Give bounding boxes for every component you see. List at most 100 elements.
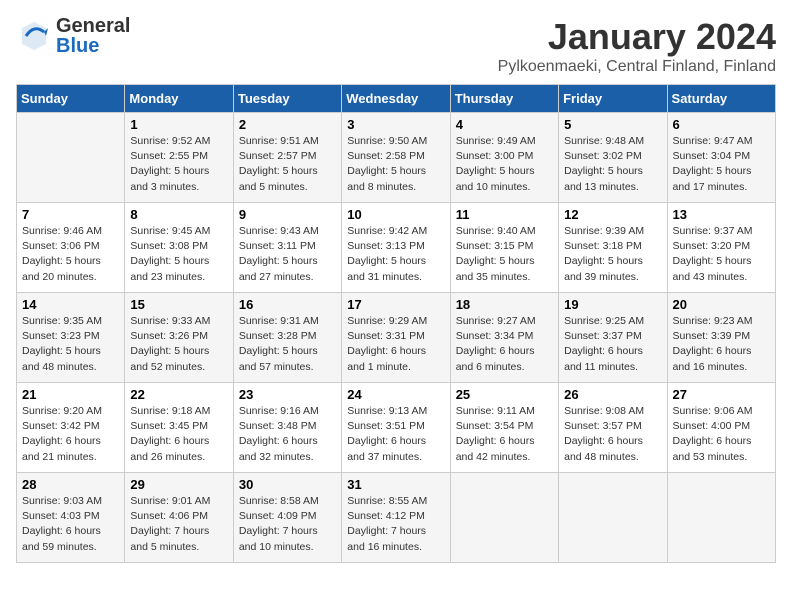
day-number: 26 <box>564 387 661 402</box>
day-number: 15 <box>130 297 227 312</box>
day-header-thursday: Thursday <box>450 85 558 113</box>
day-detail: Sunrise: 8:58 AM Sunset: 4:09 PM Dayligh… <box>239 494 336 555</box>
calendar-cell: 25 Sunrise: 9:11 AM Sunset: 3:54 PM Dayli… <box>450 383 558 473</box>
calendar-cell: 3 Sunrise: 9:50 AM Sunset: 2:58 PM Daylig… <box>342 113 450 203</box>
day-number: 3 <box>347 117 444 132</box>
day-detail: Sunrise: 9:43 AM Sunset: 3:11 PM Dayligh… <box>239 224 336 285</box>
week-row-4: 21 Sunrise: 9:20 AM Sunset: 3:42 PM Dayli… <box>17 383 776 473</box>
day-number: 24 <box>347 387 444 402</box>
day-detail: Sunrise: 9:23 AM Sunset: 3:39 PM Dayligh… <box>673 314 770 375</box>
week-row-1: 1Sunrise: 9:52 AM Sunset: 2:55 PM Daylig… <box>17 113 776 203</box>
calendar-cell <box>17 113 125 203</box>
day-detail: Sunrise: 9:47 AM Sunset: 3:04 PM Dayligh… <box>673 134 770 195</box>
day-detail: Sunrise: 9:27 AM Sunset: 3:34 PM Dayligh… <box>456 314 553 375</box>
day-number: 6 <box>673 117 770 132</box>
day-number: 1 <box>130 117 227 132</box>
logo-general: General <box>56 16 130 36</box>
day-header-monday: Monday <box>125 85 233 113</box>
title-block: January 2024 Pylkoenmaeki, Central Finla… <box>498 16 776 76</box>
day-detail: Sunrise: 9:45 AM Sunset: 3:08 PM Dayligh… <box>130 224 227 285</box>
logo-text: General Blue <box>56 16 130 56</box>
calendar-cell: 5Sunrise: 9:48 AM Sunset: 3:02 PM Daylig… <box>559 113 667 203</box>
day-number: 16 <box>239 297 336 312</box>
calendar-cell: 27 Sunrise: 9:06 AM Sunset: 4:00 PM Dayli… <box>667 383 775 473</box>
calendar-cell: 15Sunrise: 9:33 AM Sunset: 3:26 PM Dayli… <box>125 293 233 383</box>
day-detail: Sunrise: 9:51 AM Sunset: 2:57 PM Dayligh… <box>239 134 336 195</box>
calendar-cell: 28 Sunrise: 9:03 AM Sunset: 4:03 PM Dayli… <box>17 473 125 563</box>
calendar-cell: 9 Sunrise: 9:43 AM Sunset: 3:11 PM Daylig… <box>233 203 341 293</box>
day-detail: Sunrise: 9:37 AM Sunset: 3:20 PM Dayligh… <box>673 224 770 285</box>
calendar-cell: 14Sunrise: 9:35 AM Sunset: 3:23 PM Dayli… <box>17 293 125 383</box>
page-header: General Blue January 2024 Pylkoenmaeki, … <box>16 16 776 76</box>
day-detail: Sunrise: 9:13 AM Sunset: 3:51 PM Dayligh… <box>347 404 444 465</box>
calendar-cell: 29Sunrise: 9:01 AM Sunset: 4:06 PM Dayli… <box>125 473 233 563</box>
day-detail: Sunrise: 9:39 AM Sunset: 3:18 PM Dayligh… <box>564 224 661 285</box>
day-number: 7 <box>22 207 119 222</box>
day-number: 14 <box>22 297 119 312</box>
day-detail: Sunrise: 9:20 AM Sunset: 3:42 PM Dayligh… <box>22 404 119 465</box>
month-title: January 2024 <box>498 16 776 58</box>
day-number: 9 <box>239 207 336 222</box>
day-number: 13 <box>673 207 770 222</box>
day-number: 21 <box>22 387 119 402</box>
day-number: 8 <box>130 207 227 222</box>
location-subtitle: Pylkoenmaeki, Central Finland, Finland <box>498 58 776 76</box>
calendar-cell: 31 Sunrise: 8:55 AM Sunset: 4:12 PM Dayli… <box>342 473 450 563</box>
calendar-cell: 26 Sunrise: 9:08 AM Sunset: 3:57 PM Dayli… <box>559 383 667 473</box>
day-number: 23 <box>239 387 336 402</box>
day-number: 11 <box>456 207 553 222</box>
day-header-sunday: Sunday <box>17 85 125 113</box>
calendar-cell: 11Sunrise: 9:40 AM Sunset: 3:15 PM Dayli… <box>450 203 558 293</box>
day-number: 25 <box>456 387 553 402</box>
calendar-cell <box>559 473 667 563</box>
calendar-cell: 21 Sunrise: 9:20 AM Sunset: 3:42 PM Dayli… <box>17 383 125 473</box>
day-detail: Sunrise: 8:55 AM Sunset: 4:12 PM Dayligh… <box>347 494 444 555</box>
calendar-cell: 4Sunrise: 9:49 AM Sunset: 3:00 PM Daylig… <box>450 113 558 203</box>
day-detail: Sunrise: 9:18 AM Sunset: 3:45 PM Dayligh… <box>130 404 227 465</box>
day-number: 10 <box>347 207 444 222</box>
calendar-cell: 30Sunrise: 8:58 AM Sunset: 4:09 PM Dayli… <box>233 473 341 563</box>
calendar-cell: 10 Sunrise: 9:42 AM Sunset: 3:13 PM Dayli… <box>342 203 450 293</box>
calendar-cell: 12Sunrise: 9:39 AM Sunset: 3:18 PM Dayli… <box>559 203 667 293</box>
day-header-wednesday: Wednesday <box>342 85 450 113</box>
week-row-5: 28 Sunrise: 9:03 AM Sunset: 4:03 PM Dayli… <box>17 473 776 563</box>
calendar-cell: 17 Sunrise: 9:29 AM Sunset: 3:31 PM Dayli… <box>342 293 450 383</box>
calendar-cell: 8 Sunrise: 9:45 AM Sunset: 3:08 PM Daylig… <box>125 203 233 293</box>
calendar-header: SundayMondayTuesdayWednesdayThursdayFrid… <box>17 85 776 113</box>
day-detail: Sunrise: 9:11 AM Sunset: 3:54 PM Dayligh… <box>456 404 553 465</box>
calendar-cell: 2Sunrise: 9:51 AM Sunset: 2:57 PM Daylig… <box>233 113 341 203</box>
calendar-cell: 6 Sunrise: 9:47 AM Sunset: 3:04 PM Daylig… <box>667 113 775 203</box>
week-row-2: 7 Sunrise: 9:46 AM Sunset: 3:06 PM Daylig… <box>17 203 776 293</box>
day-number: 27 <box>673 387 770 402</box>
day-header-saturday: Saturday <box>667 85 775 113</box>
calendar-cell: 20 Sunrise: 9:23 AM Sunset: 3:39 PM Dayli… <box>667 293 775 383</box>
day-number: 31 <box>347 477 444 492</box>
day-number: 20 <box>673 297 770 312</box>
header-row: SundayMondayTuesdayWednesdayThursdayFrid… <box>17 85 776 113</box>
calendar-cell: 22Sunrise: 9:18 AM Sunset: 3:45 PM Dayli… <box>125 383 233 473</box>
day-detail: Sunrise: 9:16 AM Sunset: 3:48 PM Dayligh… <box>239 404 336 465</box>
day-number: 28 <box>22 477 119 492</box>
day-number: 17 <box>347 297 444 312</box>
calendar-body: 1Sunrise: 9:52 AM Sunset: 2:55 PM Daylig… <box>17 113 776 563</box>
logo: General Blue <box>16 16 130 56</box>
day-detail: Sunrise: 9:50 AM Sunset: 2:58 PM Dayligh… <box>347 134 444 195</box>
calendar-table: SundayMondayTuesdayWednesdayThursdayFrid… <box>16 84 776 563</box>
calendar-cell: 19Sunrise: 9:25 AM Sunset: 3:37 PM Dayli… <box>559 293 667 383</box>
day-number: 18 <box>456 297 553 312</box>
day-detail: Sunrise: 9:03 AM Sunset: 4:03 PM Dayligh… <box>22 494 119 555</box>
day-detail: Sunrise: 9:01 AM Sunset: 4:06 PM Dayligh… <box>130 494 227 555</box>
day-header-friday: Friday <box>559 85 667 113</box>
day-detail: Sunrise: 9:42 AM Sunset: 3:13 PM Dayligh… <box>347 224 444 285</box>
calendar-cell: 16 Sunrise: 9:31 AM Sunset: 3:28 PM Dayli… <box>233 293 341 383</box>
day-detail: Sunrise: 9:06 AM Sunset: 4:00 PM Dayligh… <box>673 404 770 465</box>
day-header-tuesday: Tuesday <box>233 85 341 113</box>
logo-blue: Blue <box>56 36 130 56</box>
day-detail: Sunrise: 9:08 AM Sunset: 3:57 PM Dayligh… <box>564 404 661 465</box>
day-detail: Sunrise: 9:46 AM Sunset: 3:06 PM Dayligh… <box>22 224 119 285</box>
day-number: 19 <box>564 297 661 312</box>
calendar-cell <box>450 473 558 563</box>
day-detail: Sunrise: 9:31 AM Sunset: 3:28 PM Dayligh… <box>239 314 336 375</box>
day-detail: Sunrise: 9:29 AM Sunset: 3:31 PM Dayligh… <box>347 314 444 375</box>
day-detail: Sunrise: 9:49 AM Sunset: 3:00 PM Dayligh… <box>456 134 553 195</box>
